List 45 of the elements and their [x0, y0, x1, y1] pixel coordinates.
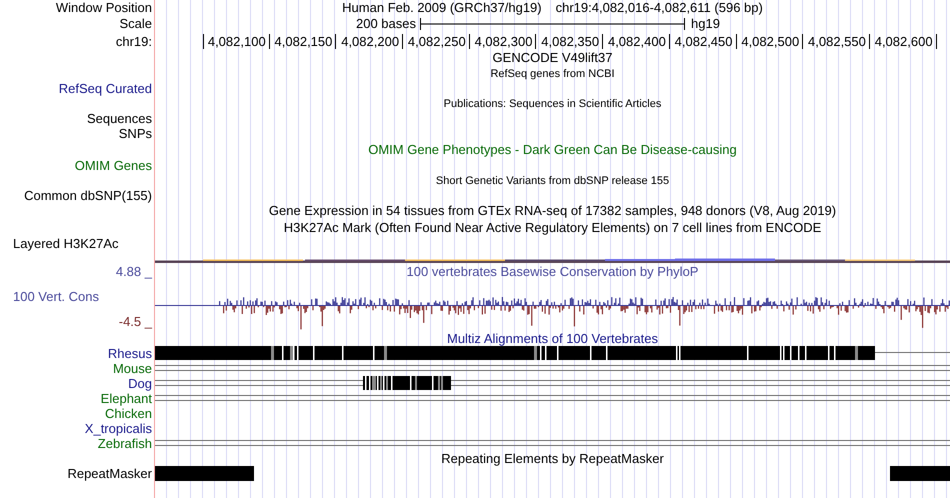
- species-label[interactable]: Elephant: [0, 391, 155, 406]
- track-label[interactable]: SNPs: [0, 126, 155, 141]
- window-position-label: Window Position: [54, 0, 153, 16]
- track-title: H3K27Ac Mark (Often Found Near Active Regulatory Elements) on 7 cell lines from ENCODE: [282, 220, 822, 236]
- ruler-tick-label: 4,082,250: [403, 34, 470, 49]
- track-title: Gene Expression in 54 tissues from GTEx RNA-seq of 17382 samples, 948 donors (V8, Aug 2019): [268, 203, 838, 219]
- scale-label: Scale: [118, 16, 153, 31]
- track-title: Multiz Alignments of 100 Vertebrates: [446, 332, 659, 346]
- track-title: RefSeq genes from NCBI: [489, 67, 616, 81]
- ruler-tick-label: 4,082,300: [470, 34, 536, 49]
- track-label[interactable]: OMIM Genes: [0, 158, 155, 173]
- ruler-tick-label: 4,082,500: [736, 34, 804, 49]
- axis-min-label: -4.5 _: [118, 314, 154, 329]
- track-title: OMIM Gene Phenotypes - Dark Green Can Be Disease-causing: [367, 142, 738, 158]
- ruler-tick-label: 4,082,450: [670, 34, 736, 49]
- track-title: Repeating Elements by RepeatMasker: [440, 451, 665, 466]
- track-label[interactable]: RepeatMasker: [0, 466, 155, 481]
- track-title: 100 vertebrates Basewise Conservation by PhyloP: [406, 264, 700, 279]
- species-label[interactable]: Dog: [0, 376, 155, 391]
- ruler-tick-label: 4,082,100: [203, 34, 270, 49]
- ruler-tick-label: 4,082,150: [270, 34, 336, 49]
- track-title: Publications: Sequences in Scientific Articles: [442, 97, 662, 111]
- species-label[interactable]: Chicken: [0, 406, 155, 421]
- ruler-tick-label: 4,082,400: [603, 34, 670, 49]
- species-label[interactable]: X_tropicalis: [0, 421, 155, 436]
- ruler-tick-label: 4,082,350: [536, 34, 604, 49]
- track-title: GENCODE V49lift37: [492, 50, 614, 66]
- track-label[interactable]: Sequences: [0, 111, 155, 126]
- track-label[interactable]: RefSeq Curated: [0, 81, 155, 96]
- track-label[interactable]: Common dbSNP(155): [0, 188, 155, 203]
- axis-max-label: 4.88 _: [114, 264, 154, 279]
- species-label[interactable]: Rhesus: [0, 346, 155, 361]
- track-label[interactable]: Layered H3K27Ac: [0, 236, 155, 251]
- species-label[interactable]: Mouse: [0, 361, 155, 376]
- chromosome-label: chr19:: [114, 34, 153, 49]
- ruler-tick-label: 4,082,200: [336, 34, 404, 49]
- ruler-tick-label: 4,082,600: [870, 34, 937, 49]
- scale-text: 200 bases: [355, 16, 417, 32]
- assembly-title: Human Feb. 2009 (GRCh37/hg19): [342, 0, 542, 16]
- scale-db-label: hg19: [690, 16, 721, 32]
- track-label[interactable]: 100 Vert. Cons: [0, 289, 155, 304]
- ruler-tick-label: 4,082,550: [803, 34, 870, 49]
- track-title: Short Genetic Variants from dbSNP release 155: [434, 174, 670, 188]
- species-label[interactable]: Zebrafish: [0, 436, 155, 451]
- position-text: chr19:4,082,016-4,082,611 (596 bp): [556, 0, 763, 16]
